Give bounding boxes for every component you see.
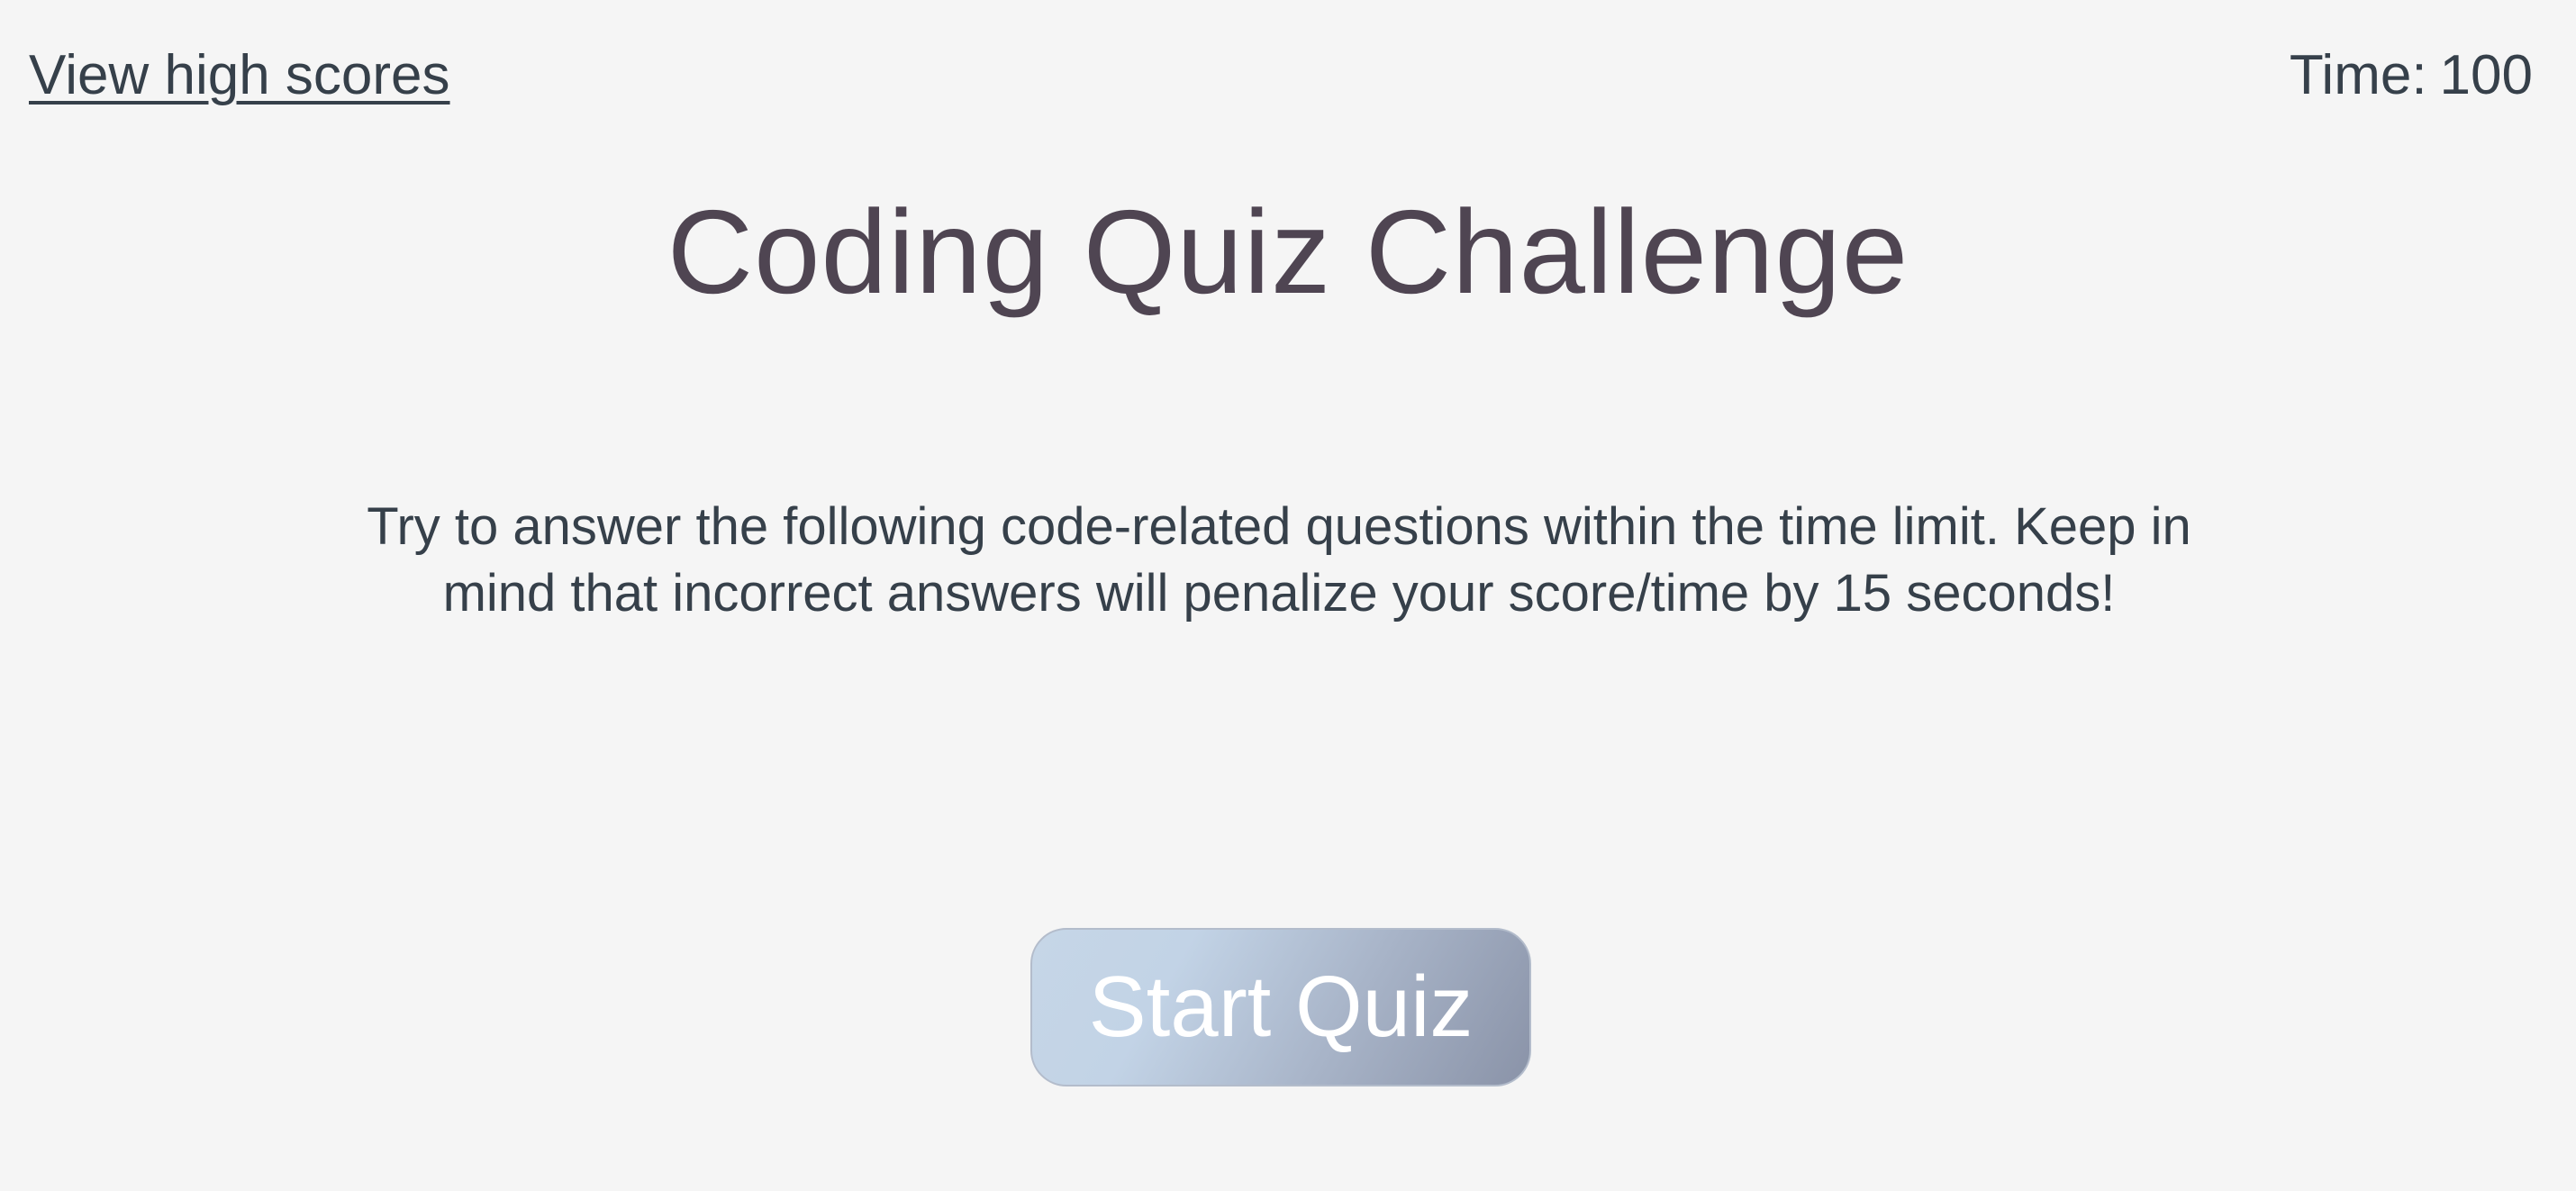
timer-label: Time: (2289, 44, 2427, 106)
quiz-description: Try to answer the following code-related… (367, 497, 2191, 623)
start-quiz-button[interactable]: Start Quiz (1030, 928, 1531, 1086)
view-high-scores-link[interactable]: View high scores (29, 40, 450, 112)
timer: Time: 100 (2290, 40, 2533, 112)
timer-value: 100 (2439, 44, 2533, 106)
page-title: Coding Quiz Challenge (667, 186, 1909, 318)
